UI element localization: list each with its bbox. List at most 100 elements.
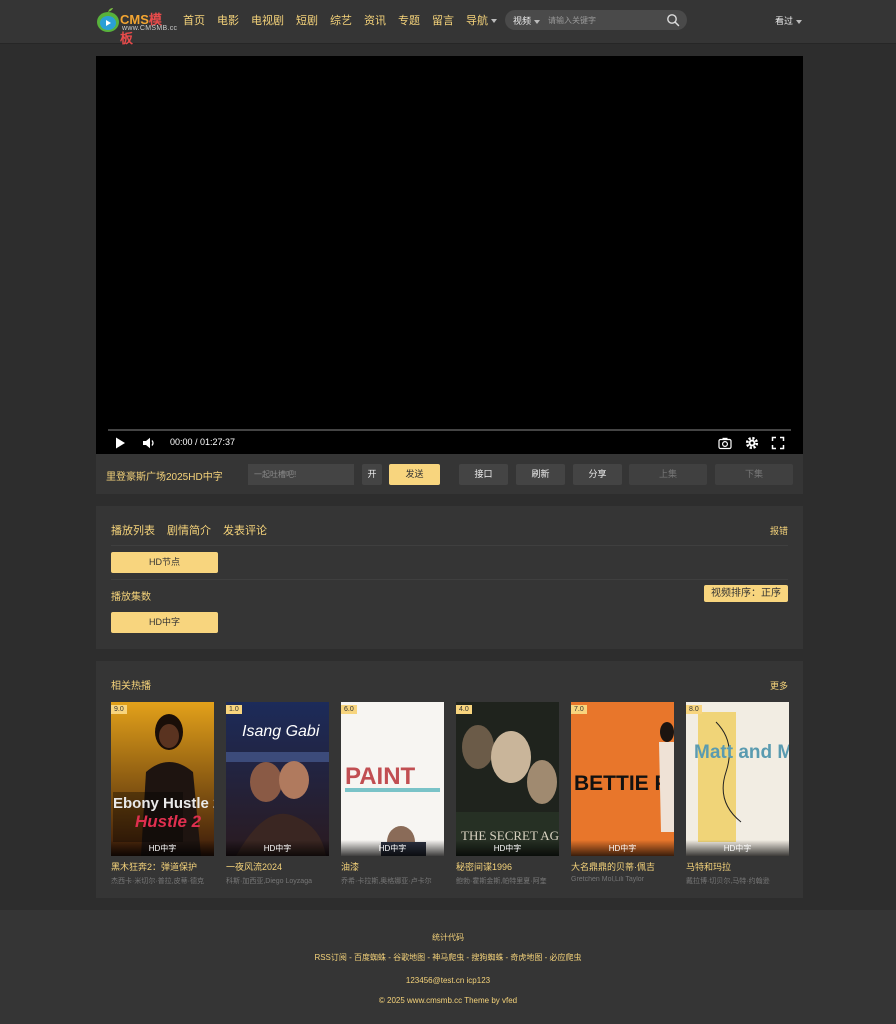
search-input[interactable] xyxy=(548,13,658,27)
poster-image: Isang Gabi xyxy=(226,702,329,856)
copyright: © 2025 www.cmsmb.cc Theme by vfed xyxy=(378,996,518,1005)
movie-card[interactable]: Isang Gabi 1.0 HD中字 一夜风流2024 科斯·加西亚,Dieg… xyxy=(226,702,329,886)
logo-subtext: www.CMSMB.cc xyxy=(122,25,178,32)
sort-button[interactable]: 视频排序：正序 xyxy=(704,585,788,602)
search-type-label: 视频 xyxy=(513,16,532,26)
poster-title-text: Isang Gabi xyxy=(242,723,320,740)
report-link[interactable]: 报错 xyxy=(770,524,788,537)
movie-title[interactable]: 黑木狂奔2：弹道保护 xyxy=(111,860,214,873)
score-badge: 8.0 xyxy=(686,705,702,714)
chevron-down-icon xyxy=(534,19,541,24)
nav-topics[interactable]: 专题 xyxy=(398,12,420,28)
nav-news[interactable]: 资讯 xyxy=(364,12,386,28)
related-panel: 相关热播 更多 Ebony Hustle 2 Hustle 2 9.0 HD中字… xyxy=(96,661,803,898)
movie-poster[interactable]: Isang Gabi 1.0 HD中字 xyxy=(226,702,329,856)
movie-card[interactable]: Ebony Hustle 2 Hustle 2 9.0 HD中字 黑木狂奔2：弹… xyxy=(111,702,214,886)
playback-time: 00:00 / 01:27:37 xyxy=(170,437,236,447)
api-button[interactable]: 接口 xyxy=(459,464,508,485)
movie-card[interactable]: BETTIE PAGE 7.0 HD中字 大名鼎鼎的贝蒂·佩吉 Gretchen… xyxy=(571,702,674,883)
nav-tv-series[interactable]: 电视剧 xyxy=(251,12,284,28)
poster-image: THE SECRET AGENT xyxy=(456,702,559,856)
source-chip[interactable]: HD节点 xyxy=(111,552,218,573)
nav-home[interactable]: 首页 xyxy=(183,12,205,28)
movie-poster[interactable]: Matt and Mara 8.0 HD中字 xyxy=(686,702,789,856)
movie-cast: 戴拉博·切贝尔,马特·约翰逊 xyxy=(686,878,770,885)
episode-chip[interactable]: HD中字 xyxy=(111,612,218,633)
quality-label: HD中字 xyxy=(226,840,329,856)
next-episode-button[interactable]: 下集 xyxy=(715,464,793,485)
poster-title-text: Ebony Hustle 2 xyxy=(113,795,214,812)
video-player[interactable]: 00:00 / 01:27:37 xyxy=(96,56,803,454)
volume-icon[interactable] xyxy=(142,436,156,450)
search-icon[interactable] xyxy=(666,13,680,27)
chevron-down-icon xyxy=(491,19,497,24)
movie-title[interactable]: 一夜风流2024 xyxy=(226,860,329,873)
fullscreen-icon[interactable] xyxy=(771,436,785,450)
nav-navigation[interactable]: 导航 xyxy=(466,12,497,28)
contact-info: 123456@test.cn icp123 xyxy=(405,976,491,985)
movie-title[interactable]: 马特和玛拉 xyxy=(686,860,789,873)
footer-links[interactable]: RSS订阅 - 百度蜘蛛 - 谷歌地图 - 神马爬虫 - 搜狗蜘蛛 - 奇虎地图… xyxy=(0,952,896,963)
score-badge: 4.0 xyxy=(456,705,472,714)
quality-label: HD中字 xyxy=(456,840,559,856)
quality-label: HD中字 xyxy=(686,840,789,856)
send-button[interactable]: 发送 xyxy=(389,464,440,485)
quality-label: HD中字 xyxy=(111,840,214,856)
more-link[interactable]: 更多 xyxy=(770,679,788,692)
screenshot-icon[interactable] xyxy=(718,436,732,450)
nav-short-drama[interactable]: 短剧 xyxy=(296,12,318,28)
player-toolbar: 里登豪斯广场2025HD中字 开 发送 接口 刷新 分享 上集 下集 xyxy=(96,454,803,494)
movie-poster[interactable]: Ebony Hustle 2 Hustle 2 9.0 HD中字 xyxy=(111,702,214,856)
quality-label: HD中字 xyxy=(341,840,444,856)
movie-card[interactable]: Matt and Mara 8.0 HD中字 马特和玛拉 戴拉博·切贝尔,马特·… xyxy=(686,702,789,886)
play-icon[interactable] xyxy=(114,436,126,450)
nav-variety[interactable]: 综艺 xyxy=(330,12,352,28)
poster-title-text: BETTIE PAGE xyxy=(574,772,674,795)
movie-poster[interactable]: PAINT 6.0 HD中字 xyxy=(341,702,444,856)
movie-cast: 乔希·卡拉斯,奥格娜亚·卢卡尔 xyxy=(341,878,432,885)
playlist-tabs: 播放列表 剧情简介 发表评论 xyxy=(111,522,279,538)
danmu-toggle-button[interactable]: 开 xyxy=(362,464,382,485)
movie-title[interactable]: 秘密间谍1996 xyxy=(456,860,559,873)
movie-cast: Gretchen Mol,Lili Taylor xyxy=(571,876,645,883)
poster-title-text: Matt and Mara xyxy=(694,742,789,763)
svg-text:Hustle 2: Hustle 2 xyxy=(135,812,202,831)
movie-title[interactable]: 大名鼎鼎的贝蒂·佩吉 xyxy=(571,860,674,873)
poster-image: Matt and Mara xyxy=(686,702,789,856)
quality-label: HD中字 xyxy=(571,840,674,856)
chevron-down-icon xyxy=(796,19,803,24)
episodes-label: 播放集数 xyxy=(111,592,151,603)
main-nav: 首页 电影 电视剧 短剧 综艺 资讯 专题 留言 导航 xyxy=(183,12,509,28)
settings-gear-icon[interactable] xyxy=(745,436,759,450)
prev-episode-button[interactable]: 上集 xyxy=(629,464,707,485)
poster-logo: Ebony Hustle 2 Hustle 2 xyxy=(113,795,214,831)
poster-image: BETTIE PAGE xyxy=(571,702,674,856)
movie-title[interactable]: 油漆 xyxy=(341,860,444,873)
poster-image: PAINT xyxy=(341,702,444,856)
share-button[interactable]: 分享 xyxy=(573,464,622,485)
movie-title: 里登豪斯广场2025HD中字 xyxy=(106,472,223,483)
score-badge: 7.0 xyxy=(571,705,587,714)
search-bar: 视频 xyxy=(505,10,687,30)
tab-comment[interactable]: 发表评论 xyxy=(223,522,267,538)
danmu-input[interactable] xyxy=(248,464,354,485)
movie-poster[interactable]: THE SECRET AGENT 4.0 HD中字 xyxy=(456,702,559,856)
movie-cast: 科斯·加西亚,Diego Loyzaga xyxy=(226,878,312,885)
movie-card[interactable]: THE SECRET AGENT 4.0 HD中字 秘密间谍1996 鲍勃·霍斯… xyxy=(456,702,559,886)
movie-cast: 杰西卡·米切尔·普拉,皮蒂·德克 xyxy=(111,878,204,885)
poster-title-text: PAINT xyxy=(345,763,416,790)
nav-guestbook[interactable]: 留言 xyxy=(432,12,454,28)
watch-history-label: 看过 xyxy=(775,16,794,26)
site-logo[interactable]: CMS模板 www.CMSMB.cc xyxy=(96,5,177,46)
tab-playlist[interactable]: 播放列表 xyxy=(111,522,155,538)
search-type-select[interactable]: 视频 xyxy=(513,14,541,27)
refresh-button[interactable]: 刷新 xyxy=(516,464,565,485)
tab-synopsis[interactable]: 剧情简介 xyxy=(167,522,211,538)
watch-history-menu[interactable]: 看过 xyxy=(775,14,803,27)
nav-movies[interactable]: 电影 xyxy=(217,12,239,28)
stats-code: 统计代码 xyxy=(432,933,464,942)
related-title: 相关热播 xyxy=(111,681,151,692)
progress-bar[interactable] xyxy=(108,429,791,431)
movie-card[interactable]: PAINT 6.0 HD中字 油漆 乔希·卡拉斯,奥格娜亚·卢卡尔 xyxy=(341,702,444,886)
movie-poster[interactable]: BETTIE PAGE 7.0 HD中字 xyxy=(571,702,674,856)
